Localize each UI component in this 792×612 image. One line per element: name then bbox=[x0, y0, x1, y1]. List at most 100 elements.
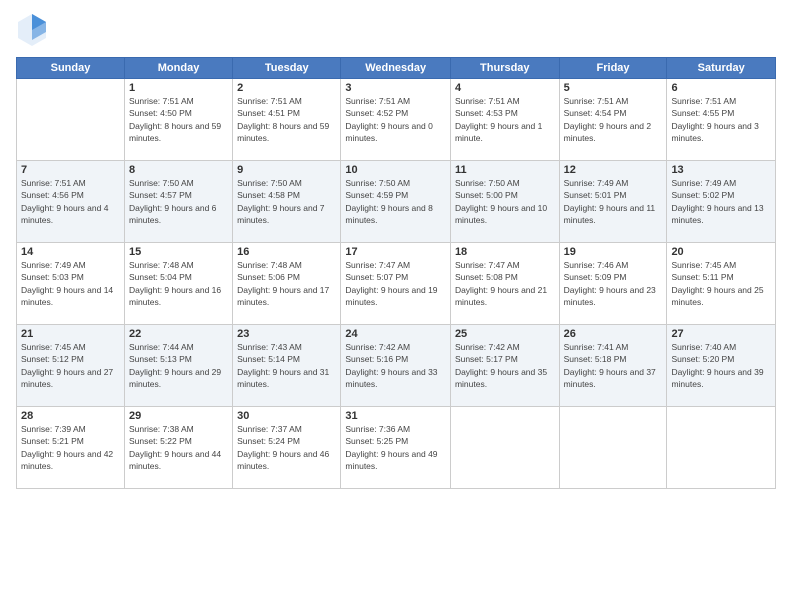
day-info: Sunrise: 7:51 AMSunset: 4:50 PMDaylight:… bbox=[129, 95, 228, 144]
calendar-cell: 4Sunrise: 7:51 AMSunset: 4:53 PMDaylight… bbox=[450, 79, 559, 161]
day-number: 10 bbox=[345, 164, 446, 176]
day-info: Sunrise: 7:50 AMSunset: 4:57 PMDaylight:… bbox=[129, 177, 228, 226]
day-number: 3 bbox=[345, 82, 446, 94]
logo-icon bbox=[16, 12, 48, 53]
calendar-cell: 3Sunrise: 7:51 AMSunset: 4:52 PMDaylight… bbox=[341, 79, 451, 161]
day-number: 6 bbox=[671, 82, 771, 94]
day-info: Sunrise: 7:51 AMSunset: 4:53 PMDaylight:… bbox=[455, 95, 555, 144]
day-number: 16 bbox=[237, 246, 336, 258]
day-number: 26 bbox=[564, 328, 663, 340]
day-info: Sunrise: 7:39 AMSunset: 5:21 PMDaylight:… bbox=[21, 423, 120, 472]
calendar-cell: 24Sunrise: 7:42 AMSunset: 5:16 PMDayligh… bbox=[341, 325, 451, 407]
calendar-cell: 30Sunrise: 7:37 AMSunset: 5:24 PMDayligh… bbox=[233, 407, 341, 489]
day-info: Sunrise: 7:47 AMSunset: 5:08 PMDaylight:… bbox=[455, 259, 555, 308]
day-header-saturday: Saturday bbox=[667, 58, 776, 79]
calendar-cell bbox=[450, 407, 559, 489]
calendar-cell: 18Sunrise: 7:47 AMSunset: 5:08 PMDayligh… bbox=[450, 243, 559, 325]
logo bbox=[16, 12, 50, 53]
day-info: Sunrise: 7:43 AMSunset: 5:14 PMDaylight:… bbox=[237, 341, 336, 390]
day-number: 13 bbox=[671, 164, 771, 176]
day-number: 19 bbox=[564, 246, 663, 258]
day-info: Sunrise: 7:51 AMSunset: 4:55 PMDaylight:… bbox=[671, 95, 771, 144]
day-number: 5 bbox=[564, 82, 663, 94]
day-header-thursday: Thursday bbox=[450, 58, 559, 79]
day-number: 1 bbox=[129, 82, 228, 94]
calendar-cell: 5Sunrise: 7:51 AMSunset: 4:54 PMDaylight… bbox=[559, 79, 667, 161]
day-info: Sunrise: 7:46 AMSunset: 5:09 PMDaylight:… bbox=[564, 259, 663, 308]
calendar-cell: 15Sunrise: 7:48 AMSunset: 5:04 PMDayligh… bbox=[124, 243, 232, 325]
calendar-cell: 28Sunrise: 7:39 AMSunset: 5:21 PMDayligh… bbox=[17, 407, 125, 489]
day-info: Sunrise: 7:48 AMSunset: 5:06 PMDaylight:… bbox=[237, 259, 336, 308]
day-header-sunday: Sunday bbox=[17, 58, 125, 79]
calendar-cell: 7Sunrise: 7:51 AMSunset: 4:56 PMDaylight… bbox=[17, 161, 125, 243]
day-info: Sunrise: 7:42 AMSunset: 5:17 PMDaylight:… bbox=[455, 341, 555, 390]
day-info: Sunrise: 7:49 AMSunset: 5:02 PMDaylight:… bbox=[671, 177, 771, 226]
day-number: 20 bbox=[671, 246, 771, 258]
calendar-cell: 17Sunrise: 7:47 AMSunset: 5:07 PMDayligh… bbox=[341, 243, 451, 325]
day-info: Sunrise: 7:51 AMSunset: 4:56 PMDaylight:… bbox=[21, 177, 120, 226]
day-number: 7 bbox=[21, 164, 120, 176]
calendar-cell: 19Sunrise: 7:46 AMSunset: 5:09 PMDayligh… bbox=[559, 243, 667, 325]
day-info: Sunrise: 7:50 AMSunset: 5:00 PMDaylight:… bbox=[455, 177, 555, 226]
day-info: Sunrise: 7:41 AMSunset: 5:18 PMDaylight:… bbox=[564, 341, 663, 390]
calendar-cell: 14Sunrise: 7:49 AMSunset: 5:03 PMDayligh… bbox=[17, 243, 125, 325]
calendar-cell: 22Sunrise: 7:44 AMSunset: 5:13 PMDayligh… bbox=[124, 325, 232, 407]
day-number: 30 bbox=[237, 410, 336, 422]
calendar-cell: 26Sunrise: 7:41 AMSunset: 5:18 PMDayligh… bbox=[559, 325, 667, 407]
calendar-cell: 12Sunrise: 7:49 AMSunset: 5:01 PMDayligh… bbox=[559, 161, 667, 243]
day-info: Sunrise: 7:48 AMSunset: 5:04 PMDaylight:… bbox=[129, 259, 228, 308]
calendar-cell: 29Sunrise: 7:38 AMSunset: 5:22 PMDayligh… bbox=[124, 407, 232, 489]
calendar-cell: 20Sunrise: 7:45 AMSunset: 5:11 PMDayligh… bbox=[667, 243, 776, 325]
calendar-cell bbox=[17, 79, 125, 161]
day-number: 21 bbox=[21, 328, 120, 340]
day-number: 31 bbox=[345, 410, 446, 422]
calendar-cell: 21Sunrise: 7:45 AMSunset: 5:12 PMDayligh… bbox=[17, 325, 125, 407]
calendar-cell: 13Sunrise: 7:49 AMSunset: 5:02 PMDayligh… bbox=[667, 161, 776, 243]
calendar-cell: 2Sunrise: 7:51 AMSunset: 4:51 PMDaylight… bbox=[233, 79, 341, 161]
day-number: 28 bbox=[21, 410, 120, 422]
day-info: Sunrise: 7:51 AMSunset: 4:51 PMDaylight:… bbox=[237, 95, 336, 144]
day-number: 8 bbox=[129, 164, 228, 176]
page: SundayMondayTuesdayWednesdayThursdayFrid… bbox=[0, 0, 792, 612]
calendar-cell: 23Sunrise: 7:43 AMSunset: 5:14 PMDayligh… bbox=[233, 325, 341, 407]
day-number: 9 bbox=[237, 164, 336, 176]
day-header-wednesday: Wednesday bbox=[341, 58, 451, 79]
calendar-cell: 8Sunrise: 7:50 AMSunset: 4:57 PMDaylight… bbox=[124, 161, 232, 243]
calendar-table: SundayMondayTuesdayWednesdayThursdayFrid… bbox=[16, 57, 776, 489]
day-info: Sunrise: 7:36 AMSunset: 5:25 PMDaylight:… bbox=[345, 423, 446, 472]
calendar-header: SundayMondayTuesdayWednesdayThursdayFrid… bbox=[17, 58, 776, 79]
day-info: Sunrise: 7:51 AMSunset: 4:54 PMDaylight:… bbox=[564, 95, 663, 144]
calendar-cell: 11Sunrise: 7:50 AMSunset: 5:00 PMDayligh… bbox=[450, 161, 559, 243]
day-number: 11 bbox=[455, 164, 555, 176]
day-header-friday: Friday bbox=[559, 58, 667, 79]
day-number: 27 bbox=[671, 328, 771, 340]
day-number: 24 bbox=[345, 328, 446, 340]
day-info: Sunrise: 7:40 AMSunset: 5:20 PMDaylight:… bbox=[671, 341, 771, 390]
day-header-tuesday: Tuesday bbox=[233, 58, 341, 79]
day-number: 2 bbox=[237, 82, 336, 94]
day-info: Sunrise: 7:51 AMSunset: 4:52 PMDaylight:… bbox=[345, 95, 446, 144]
day-number: 15 bbox=[129, 246, 228, 258]
day-number: 22 bbox=[129, 328, 228, 340]
calendar-cell: 10Sunrise: 7:50 AMSunset: 4:59 PMDayligh… bbox=[341, 161, 451, 243]
day-number: 25 bbox=[455, 328, 555, 340]
calendar-cell bbox=[667, 407, 776, 489]
day-info: Sunrise: 7:49 AMSunset: 5:03 PMDaylight:… bbox=[21, 259, 120, 308]
day-info: Sunrise: 7:50 AMSunset: 4:59 PMDaylight:… bbox=[345, 177, 446, 226]
day-info: Sunrise: 7:37 AMSunset: 5:24 PMDaylight:… bbox=[237, 423, 336, 472]
day-info: Sunrise: 7:44 AMSunset: 5:13 PMDaylight:… bbox=[129, 341, 228, 390]
calendar-cell: 16Sunrise: 7:48 AMSunset: 5:06 PMDayligh… bbox=[233, 243, 341, 325]
calendar-cell bbox=[559, 407, 667, 489]
day-info: Sunrise: 7:42 AMSunset: 5:16 PMDaylight:… bbox=[345, 341, 446, 390]
calendar-cell: 1Sunrise: 7:51 AMSunset: 4:50 PMDaylight… bbox=[124, 79, 232, 161]
day-info: Sunrise: 7:50 AMSunset: 4:58 PMDaylight:… bbox=[237, 177, 336, 226]
day-number: 17 bbox=[345, 246, 446, 258]
calendar-cell: 25Sunrise: 7:42 AMSunset: 5:17 PMDayligh… bbox=[450, 325, 559, 407]
day-number: 4 bbox=[455, 82, 555, 94]
day-number: 23 bbox=[237, 328, 336, 340]
calendar-cell: 6Sunrise: 7:51 AMSunset: 4:55 PMDaylight… bbox=[667, 79, 776, 161]
day-number: 14 bbox=[21, 246, 120, 258]
day-number: 29 bbox=[129, 410, 228, 422]
calendar-cell: 9Sunrise: 7:50 AMSunset: 4:58 PMDaylight… bbox=[233, 161, 341, 243]
day-number: 18 bbox=[455, 246, 555, 258]
